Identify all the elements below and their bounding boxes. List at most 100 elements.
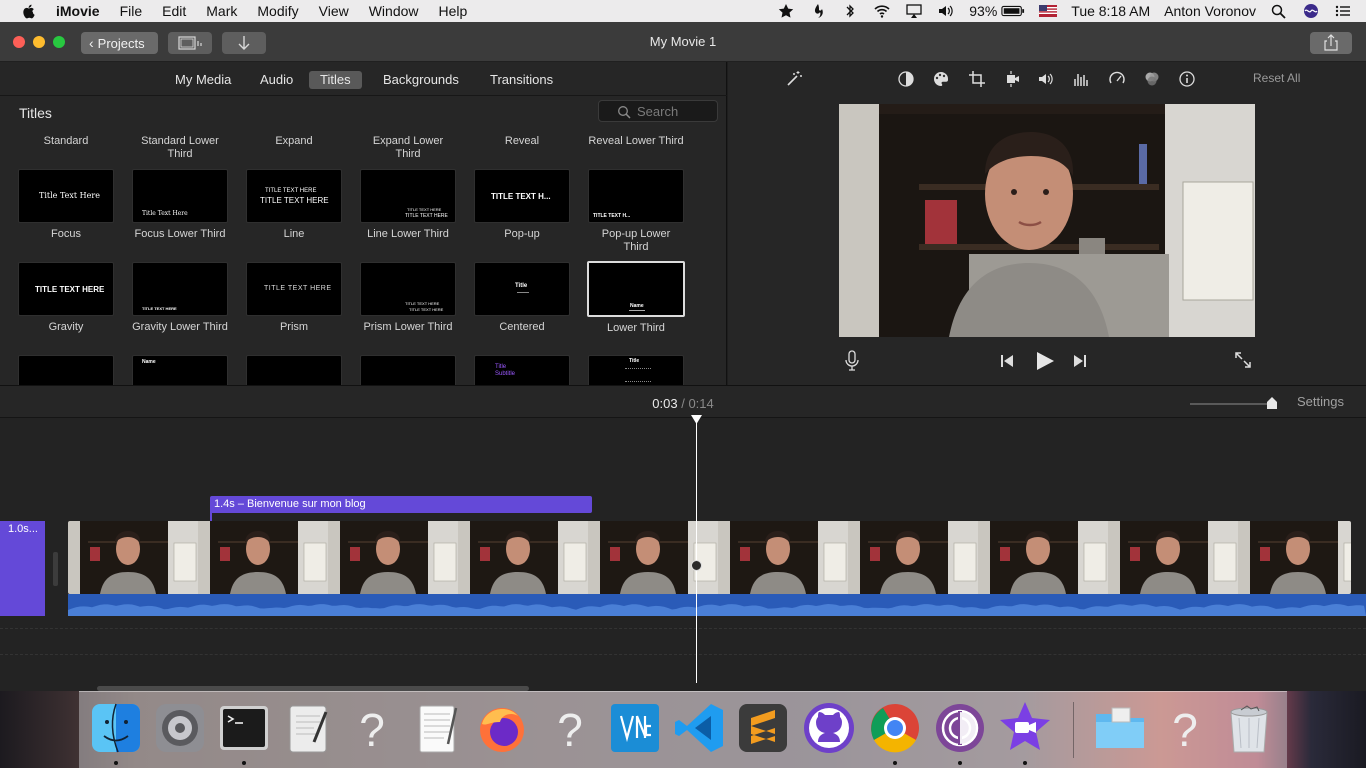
tab-titles[interactable]: Titles (309, 71, 362, 89)
spotlight-icon[interactable] (1270, 3, 1288, 19)
finder-icon[interactable] (88, 700, 144, 756)
chrome-icon[interactable] (867, 700, 923, 756)
airplay-icon[interactable] (905, 3, 923, 19)
menu-mark[interactable]: Mark (206, 3, 237, 19)
leading-title-clip[interactable]: 1.0s... (0, 521, 45, 616)
clip-trim-handle[interactable] (53, 552, 58, 586)
color-balance-icon[interactable] (897, 70, 915, 88)
menu-help[interactable]: Help (439, 3, 468, 19)
imovie-icon[interactable] (997, 700, 1053, 756)
tab-transitions[interactable]: Transitions (479, 71, 564, 89)
user-name[interactable]: Anton Voronov (1164, 3, 1256, 19)
video-clip[interactable] (68, 521, 1351, 594)
firefox-icon[interactable] (474, 700, 530, 756)
menu-edit[interactable]: Edit (162, 3, 186, 19)
unknown-app-icon[interactable]: ? (344, 700, 400, 756)
siri-icon[interactable] (1302, 3, 1320, 19)
battery-percent[interactable]: 93% (969, 3, 997, 19)
stabilization-icon[interactable] (1003, 70, 1021, 88)
title-tile-line[interactable]: TITLE TEXT HERE TITLE TEXT HERE Line (246, 169, 346, 241)
title-tile-expand[interactable]: Expand (246, 130, 346, 148)
title-tile-reveal[interactable]: Reveal (474, 130, 574, 148)
playhead-handle[interactable] (691, 415, 702, 425)
terminal-icon[interactable] (216, 700, 272, 756)
title-tile-prism-lower-third[interactable]: TITLE TEXT HERE TITLE TEXT HERE Prism Lo… (360, 262, 460, 334)
noise-reduction-icon[interactable] (1072, 70, 1090, 88)
magic-wand-icon[interactable] (785, 70, 803, 88)
volume-icon[interactable] (1037, 70, 1055, 88)
vnc-viewer-icon[interactable] (607, 700, 663, 756)
bluetooth-icon[interactable] (841, 3, 859, 19)
title-tile-pop-up-lower-third[interactable]: TITLE TEXT H... Pop-up Lower Third (588, 169, 688, 254)
title-tile-gravity[interactable]: TITLE TEXT HERE Gravity (18, 262, 118, 334)
audio-waveform[interactable] (68, 594, 1366, 616)
timeline-settings-button[interactable]: Settings (1297, 394, 1344, 409)
tab-backgrounds[interactable]: Backgrounds (372, 71, 470, 89)
color-correction-icon[interactable] (932, 70, 950, 88)
tab-my-media[interactable]: My Media (164, 71, 242, 89)
clock[interactable]: Tue 8:18 AM (1071, 3, 1150, 19)
title-tile[interactable]: Title Subtitle (474, 355, 574, 385)
zoom-slider-thumb[interactable] (1266, 396, 1278, 410)
title-tile-expand-lower-third[interactable]: Expand Lower Third (360, 130, 460, 161)
search-input[interactable]: Search (598, 100, 718, 122)
title-clip[interactable]: 1.4s – Bienvenue sur mon blog (210, 496, 592, 513)
zoom-slider-track[interactable] (1190, 403, 1272, 405)
title-tile-pop-up[interactable]: TITLE TEXT H... Pop-up (474, 169, 574, 241)
fullscreen-icon[interactable] (1234, 351, 1252, 369)
menu-file[interactable]: File (120, 3, 143, 19)
title-tile-centered[interactable]: Title Centered (474, 262, 574, 334)
unknown-app-icon[interactable]: ? (542, 700, 598, 756)
sublime-text-icon[interactable] (735, 700, 791, 756)
textedit-icon[interactable] (408, 700, 464, 756)
unknown-app-icon[interactable]: ? (1157, 700, 1213, 756)
title-tile[interactable] (360, 355, 460, 385)
wifi-icon[interactable] (873, 3, 891, 19)
title-tile[interactable] (246, 355, 346, 385)
thumbnail-text: Title (515, 283, 528, 289)
playhead-line[interactable] (696, 418, 697, 683)
crop-icon[interactable] (968, 70, 986, 88)
menu-window[interactable]: Window (369, 3, 419, 19)
title-tile-standard[interactable]: Standard (18, 130, 118, 148)
info-icon[interactable] (1178, 70, 1196, 88)
share-button[interactable] (1310, 32, 1352, 54)
title-tile-label: Pop-up (504, 228, 540, 240)
downloads-folder-icon[interactable] (1092, 700, 1148, 756)
volume-icon[interactable] (937, 3, 955, 19)
apple-icon[interactable] (20, 2, 38, 20)
github-desktop-icon[interactable] (801, 700, 857, 756)
filter-icon[interactable] (1143, 70, 1161, 88)
title-tile-standard-lower-third[interactable]: Standard Lower Third (132, 130, 232, 161)
microphone-icon[interactable] (844, 350, 860, 372)
title-tile-reveal-lower-third[interactable]: Reveal Lower Third (588, 130, 688, 148)
title-tile-focus[interactable]: Title Text Here Focus (18, 169, 118, 241)
skip-back-icon[interactable] (999, 353, 1015, 369)
battery-icon[interactable] (1001, 3, 1025, 19)
title-tile[interactable]: Title (588, 355, 688, 385)
title-tile[interactable]: Name (132, 355, 232, 385)
title-tile-prism[interactable]: TITLE TEXT HERE Prism (246, 262, 346, 334)
menu-view[interactable]: View (319, 3, 349, 19)
menu-modify[interactable]: Modify (257, 3, 298, 19)
title-tile-gravity-lower-third[interactable]: TITLE TEXT HERE Gravity Lower Third (132, 262, 232, 334)
system-preferences-icon[interactable] (152, 700, 208, 756)
reset-all-button[interactable]: Reset All (1253, 71, 1300, 85)
flux-icon[interactable] (809, 3, 827, 19)
title-tile-focus-lower-third[interactable]: Title Text Here Focus Lower Third (132, 169, 232, 241)
play-icon[interactable] (1034, 350, 1056, 372)
flag-us-icon[interactable] (1039, 3, 1058, 19)
title-tile-line-lower-third[interactable]: TITLE TEXT HERE TITLE TEXT HERE Line Low… (360, 169, 460, 241)
tor-browser-icon[interactable] (932, 700, 988, 756)
vscode-icon[interactable] (671, 700, 727, 756)
notification-center-icon[interactable] (1334, 3, 1352, 19)
skip-forward-icon[interactable] (1072, 353, 1088, 369)
app-menu-imovie[interactable]: iMovie (56, 3, 100, 19)
speed-icon[interactable] (1108, 70, 1126, 88)
title-tile-lower-third[interactable]: Name Lower Third (587, 261, 688, 335)
script-editor-icon[interactable] (280, 700, 336, 756)
tab-audio[interactable]: Audio (249, 71, 304, 89)
star-icon[interactable] (777, 3, 795, 19)
title-tile[interactable] (18, 355, 118, 385)
trash-icon[interactable] (1221, 700, 1277, 756)
